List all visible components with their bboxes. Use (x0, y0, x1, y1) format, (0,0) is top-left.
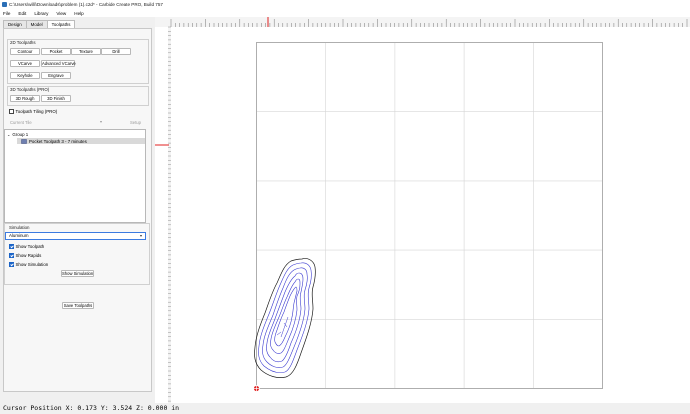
toolpath-tiling-checkbox[interactable]: Toolpath Tiling (PRO) (9, 109, 57, 114)
advanced-vcarve-button[interactable]: Advanced VCarve (41, 60, 76, 67)
menu-edit[interactable]: Edit (18, 11, 26, 16)
show-simulation-label: Show Simulation (15, 262, 49, 267)
toolpath-list[interactable]: ⌄ Group 1 Pocket Toolpath 3 - 7 minutes (4, 129, 146, 223)
contour-button[interactable]: Contour (10, 48, 40, 55)
toolpath-group[interactable]: ⌄ Group 1 (7, 132, 28, 137)
texture-button[interactable]: Texture (71, 48, 101, 55)
tab-model[interactable]: Model (25, 20, 48, 28)
checkbox-box[interactable] (9, 262, 14, 267)
toolpath-tiling-label: Toolpath Tiling (PRO) (15, 109, 58, 114)
3d-rough-button[interactable]: 3D Rough (10, 95, 40, 102)
drill-button[interactable]: Drill (101, 48, 131, 55)
app-icon (2, 2, 7, 7)
simulation-title: Simulation (9, 225, 30, 230)
chevron-down-icon[interactable] (140, 235, 142, 237)
current-tile-chevron-down-icon[interactable] (100, 121, 102, 123)
design-canvas[interactable] (155, 17, 690, 403)
show-simulation-checkbox[interactable]: Show Simulation (9, 262, 48, 267)
keyhole-button[interactable]: Keyhole (10, 72, 40, 79)
current-tile-label: Current Tile (10, 120, 32, 125)
stock-area[interactable] (256, 42, 603, 389)
window-title: C:\Users\willi\Downloads\problem (1).c2d… (9, 2, 163, 7)
save-toolpaths-button[interactable]: Save Toolpaths (62, 302, 94, 309)
toolpaths-3d-title: 3D Toolpaths (PRO) (10, 87, 50, 92)
show-toolpath-checkbox[interactable]: Show Toolpath (9, 244, 44, 249)
list-item[interactable]: Pocket Toolpath 3 - 7 minutes (17, 138, 145, 144)
show-rapids-label: Show Rapids (15, 253, 42, 258)
checkbox-box[interactable] (9, 253, 14, 258)
show-rapids-checkbox[interactable]: Show Rapids (9, 253, 41, 258)
toolpath-icon (21, 138, 27, 144)
pocket-button[interactable]: Pocket (41, 48, 71, 55)
material-select[interactable]: Aluminum (5, 232, 146, 240)
tab-strip: Design Model Toolpaths (3, 20, 76, 29)
engrave-button[interactable]: Engrave (41, 72, 71, 79)
menu-file[interactable]: File (3, 11, 10, 16)
checkbox-box[interactable] (9, 244, 14, 249)
checkbox-box[interactable] (9, 109, 14, 114)
menu-library[interactable]: Library (34, 11, 48, 16)
toolpaths-2d-title: 2D Toolpaths (10, 40, 36, 45)
left-panel: Design Model Toolpaths 2D Toolpaths Cont… (0, 17, 155, 395)
3d-finish-button[interactable]: 3D Finish (41, 95, 71, 102)
show-simulation-button[interactable]: Show Simulation (61, 270, 94, 277)
title-bar: C:\Users\willi\Downloads\problem (1).c2d… (0, 0, 690, 9)
menu-help[interactable]: Help (74, 11, 83, 16)
vcarve-button[interactable]: VCarve (10, 60, 40, 67)
tab-design[interactable]: Design (3, 20, 27, 28)
cursor-position: Cursor Position X: 0.173 Y: 3.524 Z: 0.0… (3, 404, 180, 412)
group-label: Group 1 (12, 132, 29, 137)
status-bar: Cursor Position X: 0.173 Y: 3.524 Z: 0.0… (0, 403, 690, 414)
canvas-svg[interactable] (155, 17, 690, 403)
tile-setup-button[interactable]: Setup (130, 120, 141, 125)
toolpath-item-label: Pocket Toolpath 3 - 7 minutes (29, 138, 87, 144)
menu-bar: File Edit Library View Help (0, 9, 690, 17)
menu-view[interactable]: View (56, 11, 66, 16)
material-value: Aluminum (9, 233, 29, 238)
show-toolpath-label: Show Toolpath (15, 244, 45, 249)
tree-collapse-icon[interactable]: ⌄ (7, 132, 10, 137)
